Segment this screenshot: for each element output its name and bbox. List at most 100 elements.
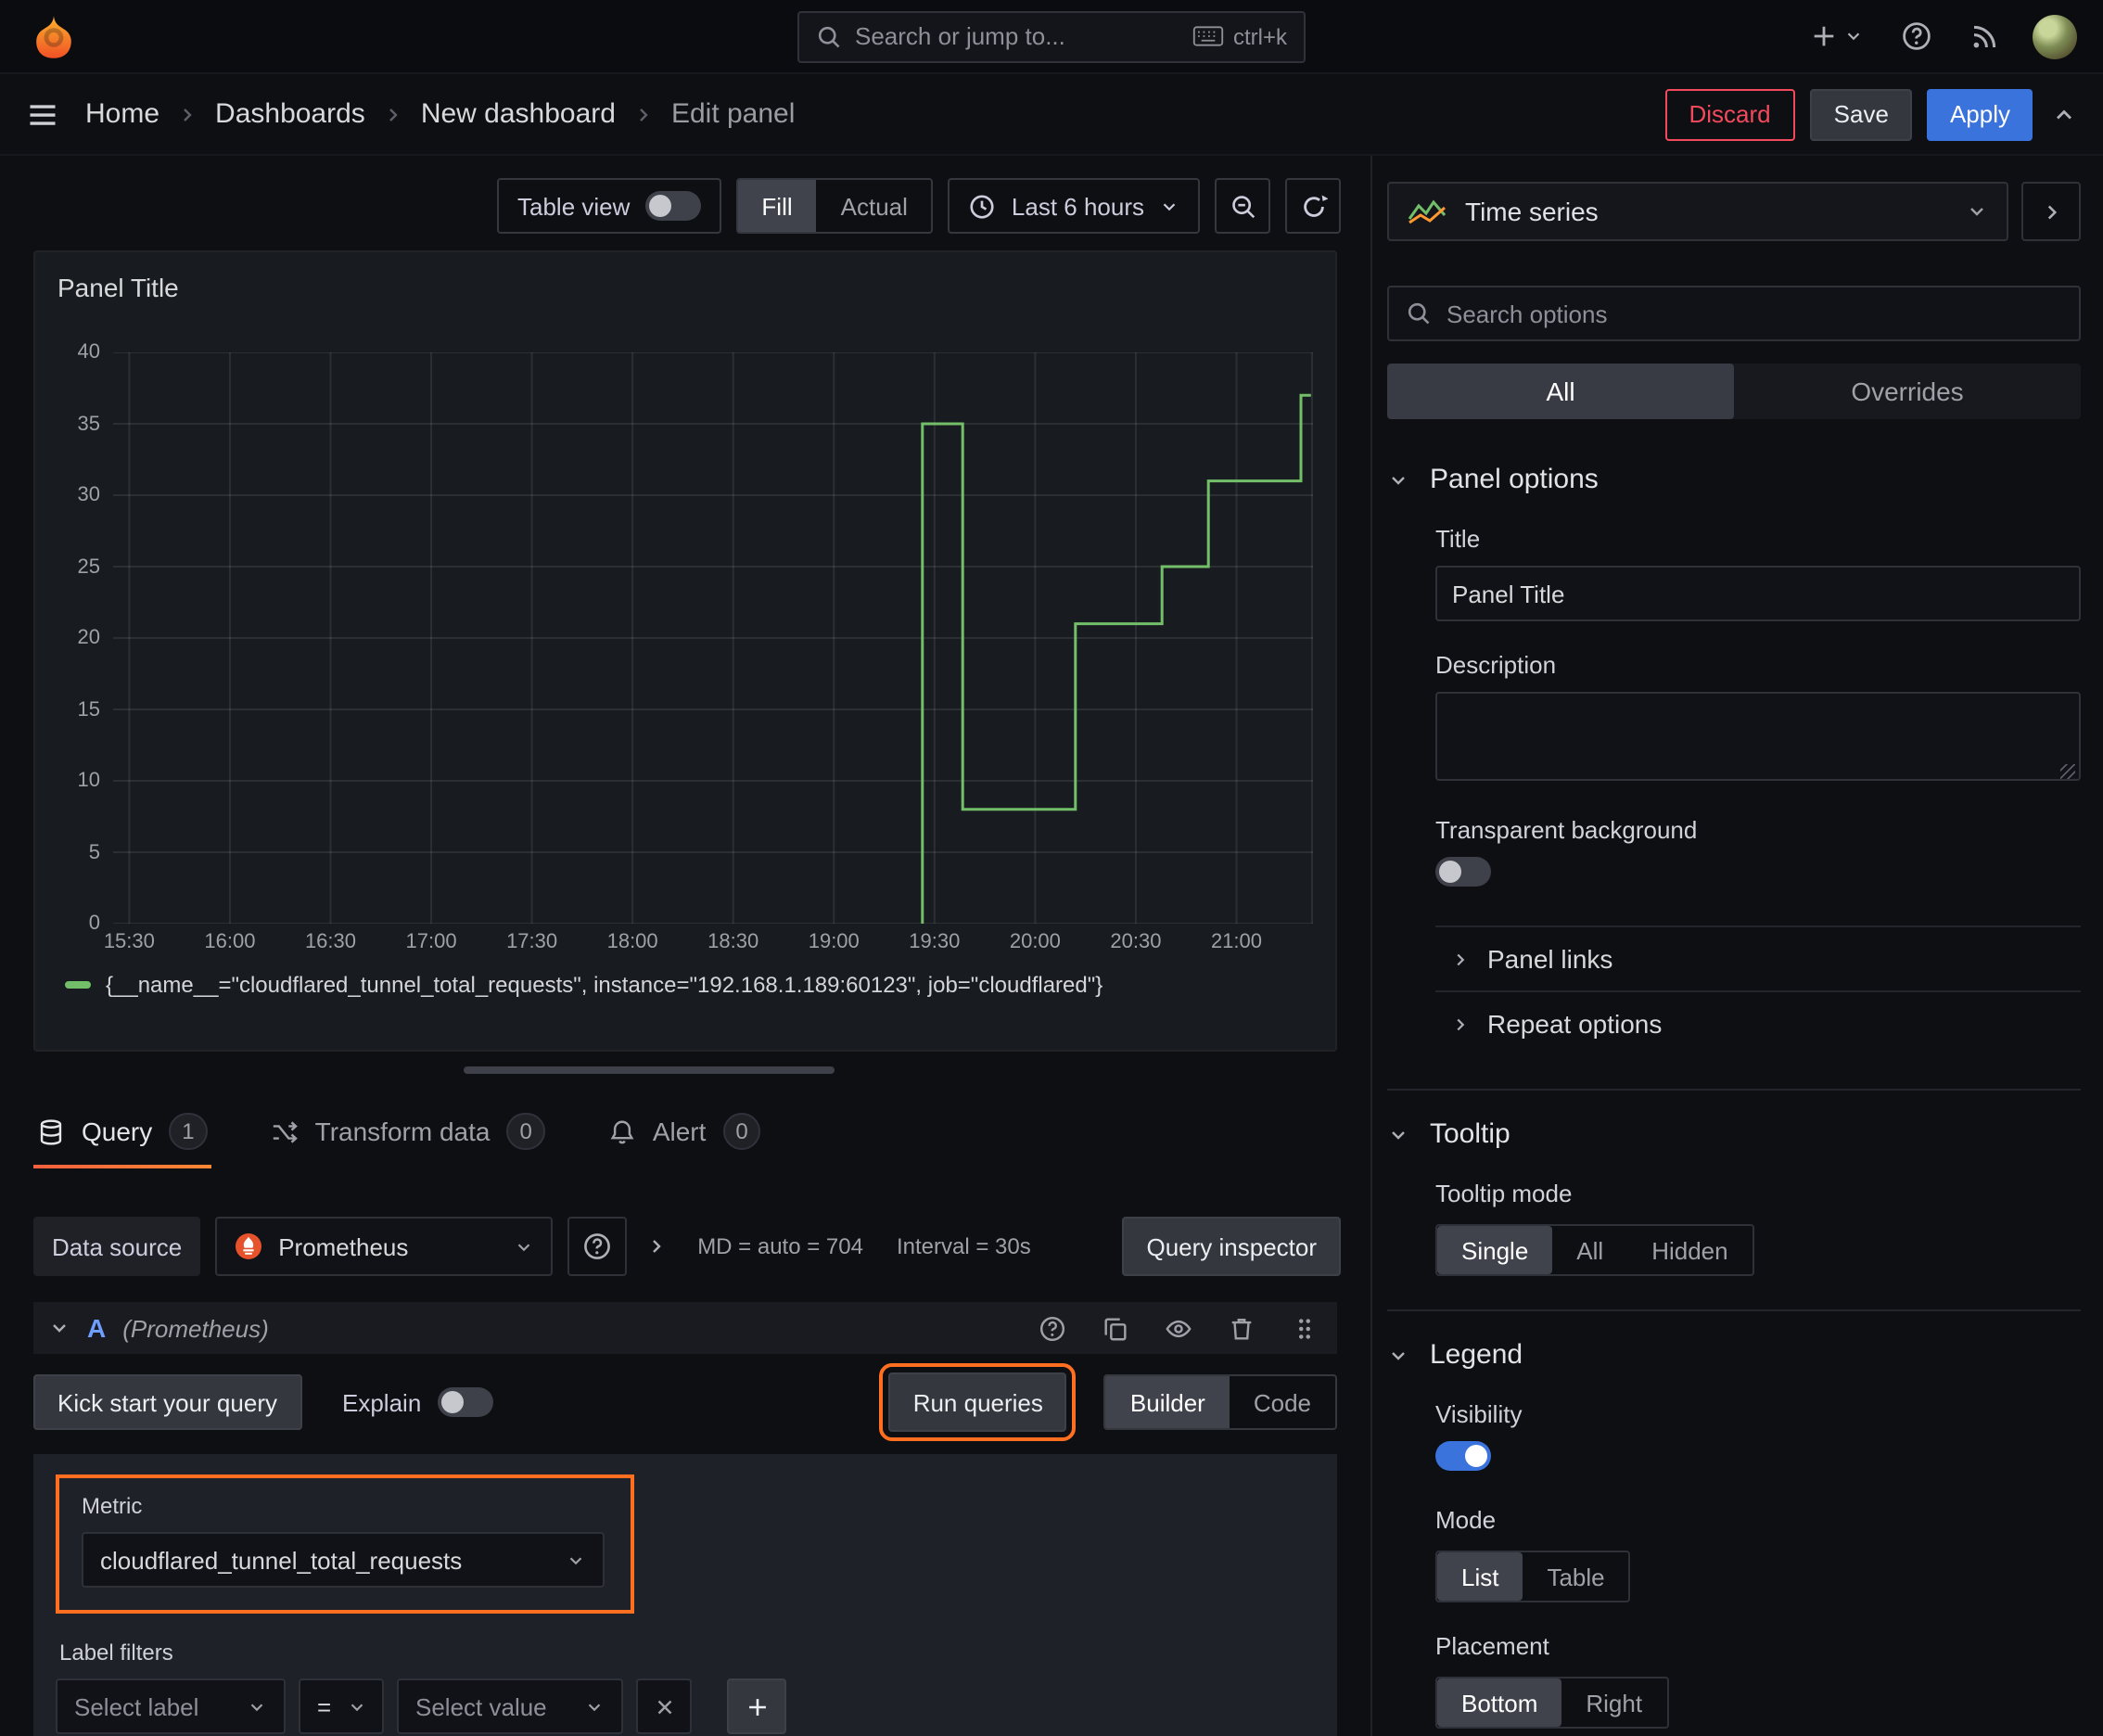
- label-filters-label: Label filters: [59, 1640, 173, 1666]
- chevron-right-icon: [1450, 949, 1471, 969]
- select-label-dropdown[interactable]: Select label: [56, 1679, 286, 1734]
- kick-start-query-button[interactable]: Kick start your query: [33, 1374, 301, 1430]
- global-search[interactable]: ctrl+k: [797, 10, 1306, 62]
- repeat-options-row[interactable]: Repeat options: [1435, 990, 2081, 1055]
- actual-option[interactable]: Actual: [817, 180, 932, 232]
- select-value-dropdown[interactable]: Select value: [397, 1679, 623, 1734]
- tooltip-header[interactable]: Tooltip: [1387, 1118, 1510, 1150]
- news-button[interactable]: [1966, 18, 2003, 55]
- legend-header[interactable]: Legend: [1387, 1339, 1523, 1371]
- metric-value: cloudflared_tunnel_total_requests: [100, 1546, 463, 1574]
- query-editor-row: A (Prometheus) Kick start your query Exp…: [33, 1302, 1337, 1736]
- label-filter-row: Select label = Select value: [56, 1679, 1315, 1734]
- query-inspector-button[interactable]: Query inspector: [1122, 1217, 1341, 1276]
- legend-mode-list[interactable]: List: [1437, 1552, 1523, 1601]
- copy-icon: [1102, 1314, 1129, 1342]
- chart-plot[interactable]: [113, 352, 1313, 924]
- tooltip-mode-hidden[interactable]: Hidden: [1627, 1226, 1752, 1274]
- panel-links-row[interactable]: Panel links: [1435, 925, 2081, 990]
- tooltip-mode-single[interactable]: Single: [1437, 1226, 1553, 1274]
- collapse-header-button[interactable]: [2047, 97, 2081, 131]
- run-queries-button[interactable]: Run queries: [879, 1363, 1077, 1441]
- new-button[interactable]: [1806, 19, 1867, 54]
- database-icon: [37, 1117, 65, 1145]
- global-search-input[interactable]: [855, 22, 1179, 50]
- collapse-options-button[interactable]: [2021, 182, 2081, 241]
- breadcrumb-home[interactable]: Home: [85, 98, 159, 130]
- editor-tabs: Query 1 Transform data 0 Alert 0: [0, 1079, 1370, 1168]
- time-range-picker[interactable]: Last 6 hours: [948, 178, 1200, 234]
- tab-query[interactable]: Query 1: [33, 1109, 211, 1168]
- query-options-expand[interactable]: [642, 1232, 671, 1261]
- drag-query-handle[interactable]: [1287, 1310, 1322, 1346]
- add-filter-button[interactable]: [727, 1679, 786, 1734]
- panel-preview: Panel Title 0 5 10 15 20 25 30 35 40 15:30 16:00 1…: [33, 250, 1337, 1052]
- duplicate-query-button[interactable]: [1098, 1310, 1133, 1346]
- horizontal-scrollbar-thumb[interactable]: [464, 1066, 835, 1074]
- description-textarea[interactable]: [1435, 692, 2081, 781]
- grafana-logo-icon: [30, 12, 78, 60]
- tab-transform-data[interactable]: Transform data 0: [267, 1109, 549, 1168]
- options-search-input[interactable]: [1447, 300, 2062, 327]
- code-option[interactable]: Code: [1230, 1376, 1335, 1428]
- grafana-edit-panel-page: ctrl+k Home Dashboards New d: [0, 0, 2103, 1736]
- legend-placement-right[interactable]: Right: [1561, 1679, 1666, 1727]
- breadcrumb-new-dashboard[interactable]: New dashboard: [421, 98, 616, 130]
- header-actions: Discard Save Apply: [1664, 88, 2082, 140]
- x-tick-label: 16:30: [304, 931, 356, 953]
- query-collapse-toggle[interactable]: [48, 1317, 70, 1339]
- datasource-picker[interactable]: Prometheus: [215, 1217, 554, 1276]
- transparent-background-switch[interactable]: [1435, 857, 1491, 887]
- panel-title-input[interactable]: [1435, 566, 2081, 621]
- options-sidebar: Time series All Overrides Panel opt: [1370, 156, 2103, 1736]
- panel-options-header[interactable]: Panel options: [1387, 464, 1599, 495]
- tooltip-mode-group: Single All Hidden: [1435, 1224, 1754, 1276]
- apply-button[interactable]: Apply: [1927, 88, 2033, 140]
- legend-placement-bottom[interactable]: Bottom: [1437, 1679, 1562, 1727]
- operator-dropdown[interactable]: =: [299, 1679, 384, 1734]
- legend-item[interactable]: {__name__="cloudflared_tunnel_total_requ…: [57, 957, 1313, 998]
- legend-visibility-switch[interactable]: [1435, 1441, 1491, 1471]
- x-tick-label: 17:30: [506, 931, 558, 953]
- tab-alert[interactable]: Alert 0: [605, 1109, 765, 1168]
- breadcrumb-bar: Home Dashboards New dashboard Edit panel…: [0, 74, 2103, 156]
- remove-filter-button[interactable]: [636, 1679, 692, 1734]
- menu-toggle-button[interactable]: [22, 94, 63, 134]
- x-axis: 15:30 16:00 16:30 17:00 17:30 18:00 18:30 19:00…: [104, 924, 1313, 957]
- zoom-out-button[interactable]: [1215, 178, 1270, 234]
- resize-handle[interactable]: [2060, 764, 2075, 779]
- discard-button[interactable]: Discard: [1664, 88, 1795, 140]
- user-avatar[interactable]: [2033, 14, 2077, 58]
- search-icon: [816, 23, 842, 49]
- query-help-button[interactable]: [1035, 1310, 1070, 1346]
- eye-icon: [1165, 1314, 1192, 1342]
- save-button[interactable]: Save: [1809, 88, 1913, 140]
- legend-mode-label: Mode: [1435, 1506, 1497, 1534]
- grafana-home-button[interactable]: [26, 8, 82, 64]
- tab-query-label: Query: [82, 1117, 153, 1146]
- tab-overrides[interactable]: Overrides: [1734, 364, 2081, 419]
- builder-option[interactable]: Builder: [1105, 1376, 1230, 1428]
- help-button[interactable]: [1897, 17, 1936, 56]
- toggle-query-visibility-button[interactable]: [1161, 1310, 1196, 1346]
- remove-query-button[interactable]: [1224, 1310, 1259, 1346]
- visualization-picker[interactable]: Time series: [1387, 182, 2008, 241]
- explain-switch[interactable]: [438, 1387, 494, 1417]
- breadcrumb-dashboards[interactable]: Dashboards: [215, 98, 365, 130]
- plus-icon: [1810, 22, 1838, 50]
- refresh-button[interactable]: [1285, 178, 1341, 234]
- fill-option[interactable]: Fill: [737, 180, 817, 232]
- panel-options-body: Title Description Transparent background…: [1387, 525, 2081, 1055]
- tab-all[interactable]: All: [1387, 364, 1734, 419]
- datasource-row: Data source Prometheus MD = auto = 704 I…: [0, 1168, 1370, 1276]
- options-search[interactable]: [1387, 286, 2081, 341]
- tooltip-mode-all[interactable]: All: [1552, 1226, 1627, 1274]
- transparent-background-label: Transparent background: [1435, 816, 1698, 844]
- metric-select[interactable]: cloudflared_tunnel_total_requests: [82, 1532, 605, 1588]
- table-view-switch[interactable]: [644, 191, 701, 221]
- x-tick-label: 19:30: [909, 931, 961, 953]
- datasource-help-button[interactable]: [567, 1217, 628, 1276]
- query-builder-toolbar: Kick start your query Explain Run querie…: [33, 1354, 1337, 1441]
- legend-mode-table[interactable]: Table: [1523, 1552, 1628, 1601]
- operator-value: =: [317, 1692, 332, 1720]
